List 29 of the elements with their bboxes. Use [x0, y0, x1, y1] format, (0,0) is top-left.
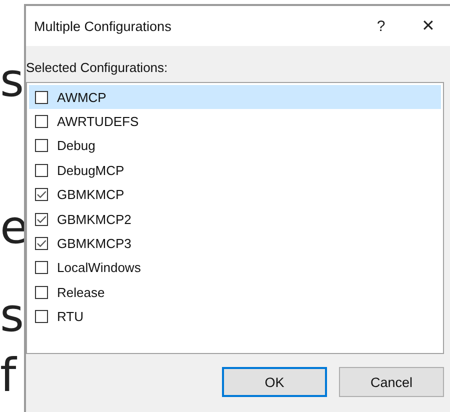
checkbox[interactable] — [35, 90, 48, 104]
list-item[interactable]: Debug — [29, 134, 441, 158]
list-item[interactable]: AWRTUDEFS — [29, 109, 441, 134]
background-letter: f — [0, 350, 16, 400]
background-letter: s — [0, 55, 24, 105]
list-item[interactable]: AWMCP — [29, 85, 441, 110]
list-item[interactable]: DebugMCP — [29, 158, 441, 183]
list-item[interactable]: LocalWindows — [29, 256, 441, 280]
checkbox[interactable] — [35, 261, 48, 274]
checkbox[interactable] — [35, 310, 48, 324]
checkbox[interactable] — [35, 164, 48, 177]
list-item[interactable]: Release — [29, 280, 441, 305]
checkbox[interactable] — [35, 139, 48, 152]
list-item[interactable]: GBMKMCP2 — [29, 206, 441, 232]
close-button[interactable]: ✕ — [406, 6, 450, 46]
list-item[interactable]: RTU — [29, 304, 441, 329]
checkbox[interactable] — [35, 115, 48, 128]
window-title: Multiple Configurations — [34, 18, 172, 34]
list-item[interactable]: GBMKMCP — [29, 182, 441, 207]
list-item[interactable]: GBMKMCP3 — [29, 231, 441, 256]
list-label: Selected Configurations: — [26, 60, 169, 77]
cancel-button[interactable]: Cancel — [339, 367, 444, 397]
ok-button[interactable]: OK — [222, 367, 327, 397]
help-button[interactable]: ? — [356, 6, 406, 46]
checkbox[interactable] — [35, 212, 48, 226]
background-letter: s — [0, 290, 24, 340]
checkbox[interactable] — [35, 286, 48, 299]
checkbox[interactable] — [35, 188, 48, 202]
checkbox[interactable] — [35, 237, 48, 250]
